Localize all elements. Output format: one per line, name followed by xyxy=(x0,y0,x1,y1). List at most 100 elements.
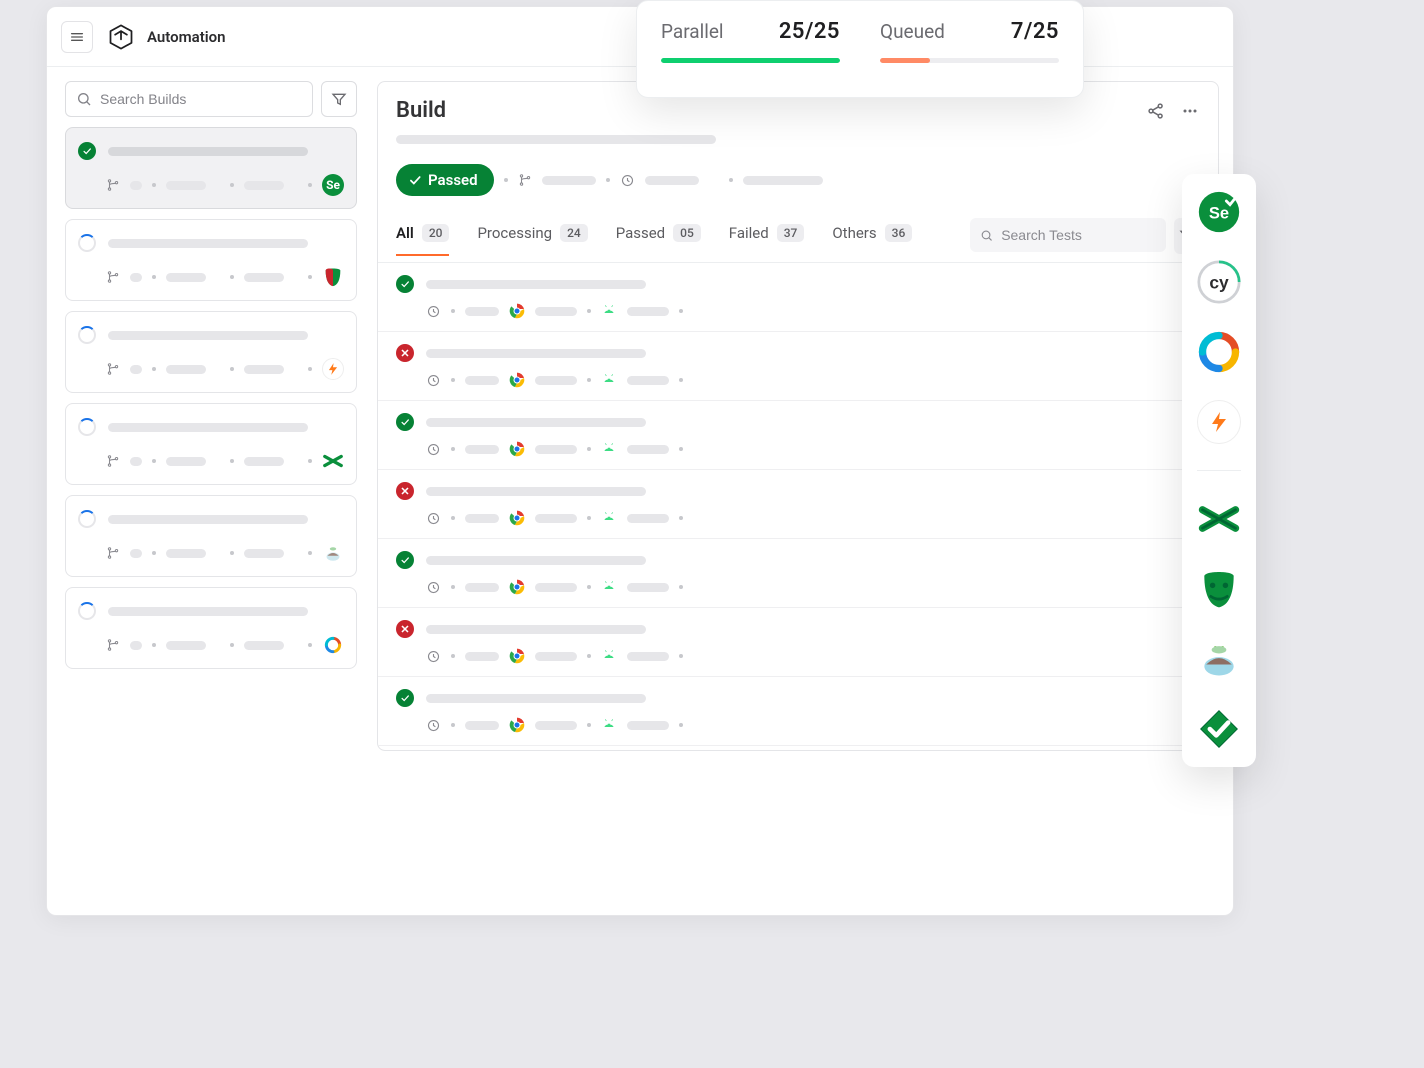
stat-value: 25/25 xyxy=(779,19,840,44)
android-icon xyxy=(601,579,617,595)
chrome-icon xyxy=(509,579,525,595)
android-icon xyxy=(601,303,617,319)
dock-selenium-icon[interactable]: Se xyxy=(1197,190,1241,234)
stat-queued: Queued 7/25 xyxy=(880,19,1059,85)
tab-count: 20 xyxy=(422,224,450,242)
android-icon xyxy=(322,542,344,564)
status-failed-icon: ✕ xyxy=(396,482,414,500)
status-running-icon xyxy=(78,418,96,436)
chrome-icon xyxy=(509,648,525,664)
status-running-icon xyxy=(78,326,96,344)
build-card[interactable] xyxy=(65,495,357,577)
status-failed-icon: ✕ xyxy=(396,620,414,638)
app-window: Automation xyxy=(46,6,1234,916)
status-running-icon xyxy=(78,510,96,528)
tab-all[interactable]: All 20 xyxy=(396,224,449,256)
test-row[interactable] xyxy=(378,539,1218,608)
chrome-icon xyxy=(509,372,525,388)
dots-icon xyxy=(1180,101,1200,121)
chrome-icon xyxy=(509,717,525,733)
menu-button[interactable] xyxy=(61,21,93,53)
test-row[interactable]: ✕ xyxy=(378,332,1218,401)
share-button[interactable] xyxy=(1146,101,1166,121)
stat-label: Queued xyxy=(880,20,945,43)
build-panel: Build xyxy=(377,81,1219,751)
clock-icon xyxy=(426,304,441,319)
branch-icon xyxy=(106,454,120,468)
tab-failed[interactable]: Failed 37 xyxy=(729,224,805,256)
swirl-icon xyxy=(322,634,344,656)
tab-count: 24 xyxy=(560,224,588,242)
stat-label: Parallel xyxy=(661,20,724,43)
tab-passed[interactable]: Passed 05 xyxy=(616,224,701,256)
android-icon xyxy=(601,372,617,388)
tab-label: All xyxy=(396,224,414,242)
status-passed-icon xyxy=(396,275,414,293)
test-row[interactable] xyxy=(378,677,1218,746)
sidebar: Se xyxy=(47,67,371,915)
test-row[interactable] xyxy=(378,401,1218,470)
test-row[interactable]: ✕ xyxy=(378,470,1218,539)
page-title: Automation xyxy=(147,28,226,46)
tab-label: Others xyxy=(832,224,876,242)
android-icon xyxy=(601,648,617,664)
dock-swirl-icon[interactable] xyxy=(1197,330,1241,374)
build-card[interactable] xyxy=(65,311,357,393)
tab-processing[interactable]: Processing 24 xyxy=(477,224,587,256)
search-icon xyxy=(76,91,92,107)
build-card[interactable] xyxy=(65,587,357,669)
test-row[interactable]: ✕ xyxy=(378,608,1218,677)
android-icon xyxy=(601,717,617,733)
dock-lightning-icon[interactable] xyxy=(1197,400,1241,444)
clock-icon xyxy=(426,649,441,664)
status-passed-icon xyxy=(78,142,96,160)
branch-icon xyxy=(106,178,120,192)
android-icon xyxy=(601,441,617,457)
chrome-icon xyxy=(509,441,525,457)
build-card[interactable] xyxy=(65,219,357,301)
dock-playwright-icon[interactable] xyxy=(1197,567,1241,611)
tab-count: 05 xyxy=(673,224,701,242)
build-card[interactable]: Se xyxy=(65,127,357,209)
framework-dock: Se cy xyxy=(1182,174,1256,767)
tab-count: 36 xyxy=(885,224,913,242)
search-builds-input[interactable] xyxy=(65,81,313,117)
branch-icon xyxy=(106,270,120,284)
status-running-icon xyxy=(78,234,96,252)
playwright-icon xyxy=(322,266,344,288)
clock-icon xyxy=(426,718,441,733)
status-failed-icon: ✕ xyxy=(396,344,414,362)
clock-icon xyxy=(620,173,635,188)
app-logo xyxy=(107,23,135,51)
share-icon xyxy=(1146,101,1166,121)
tab-count: 37 xyxy=(777,224,805,242)
status-passed-icon xyxy=(396,689,414,707)
clock-icon xyxy=(426,442,441,457)
lightning-icon xyxy=(322,358,344,380)
stat-bar xyxy=(880,58,1059,63)
dock-check-icon[interactable] xyxy=(1197,707,1241,751)
dock-browserstack-icon[interactable] xyxy=(1197,497,1241,541)
main: Build xyxy=(371,67,1233,915)
android-icon xyxy=(601,510,617,526)
clock-icon xyxy=(426,580,441,595)
dock-espresso-icon[interactable] xyxy=(1197,637,1241,681)
dock-cypress-icon[interactable]: cy xyxy=(1197,260,1241,304)
test-row[interactable] xyxy=(378,263,1218,332)
clock-icon xyxy=(426,511,441,526)
build-card[interactable] xyxy=(65,403,357,485)
chrome-icon xyxy=(509,510,525,526)
search-tests-input[interactable] xyxy=(970,218,1166,252)
svg-text:Se: Se xyxy=(1209,204,1229,222)
status-passed-icon xyxy=(396,551,414,569)
status-passed-icon xyxy=(396,413,414,431)
filter-builds-button[interactable] xyxy=(321,81,357,117)
build-status-pill: Passed xyxy=(396,164,494,196)
clock-icon xyxy=(426,373,441,388)
tab-others[interactable]: Others 36 xyxy=(832,224,912,256)
dock-separator xyxy=(1197,470,1241,471)
stat-value: 7/25 xyxy=(1011,19,1059,44)
branch-icon xyxy=(106,362,120,376)
more-button[interactable] xyxy=(1180,101,1200,121)
filter-icon xyxy=(331,91,347,107)
